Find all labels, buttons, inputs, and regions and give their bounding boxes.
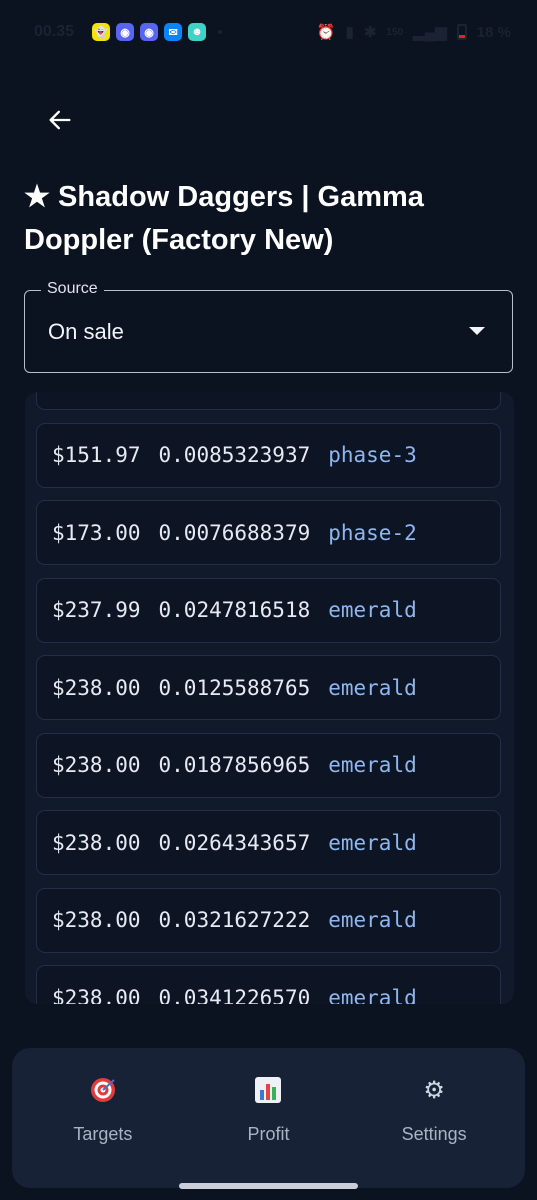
- messenger-icon: ✉: [164, 23, 183, 41]
- listing-item[interactable]: $237.99 0.0247816518 emerald: [36, 577, 501, 643]
- listing-phase: emerald: [328, 830, 417, 855]
- bottom-nav: Targets Profit ⚙ Settings: [12, 1048, 525, 1188]
- listing-item[interactable]: $173.00 0.0076688379 phase-2: [36, 500, 501, 565]
- listing-phase: emerald: [328, 985, 417, 1005]
- bluetooth-icon: ✱: [363, 24, 377, 41]
- discord-icon-2: ◉: [140, 23, 159, 41]
- bar-chart-icon: [253, 1075, 283, 1105]
- app-screen: 00.35 👻 ◉ ◉ ✉ ☻ ⏰ ▮ ✱ 150 ▂▄▆ 18 % ★ Sha…: [0, 0, 537, 1200]
- home-indicator[interactable]: [179, 1183, 358, 1189]
- battery-text: 18 %: [476, 23, 511, 41]
- source-select[interactable]: Source On sale: [24, 280, 513, 373]
- listing-float: 0.0076688379: [158, 520, 311, 545]
- source-label: Source: [41, 280, 104, 298]
- nav-item-targets[interactable]: Targets: [23, 1048, 183, 1188]
- listing-item[interactable]: [36, 392, 501, 410]
- status-time: 00.35: [34, 23, 75, 40]
- listing-price: $238.00: [52, 675, 141, 700]
- listing-price: $173.00: [52, 520, 141, 545]
- system-icons: ⏰ ▮ ✱ 150 ▂▄▆ 18 %: [316, 23, 511, 42]
- listing-item[interactable]: $238.00 0.0341226570 emerald: [36, 965, 501, 1004]
- nav-item-settings[interactable]: ⚙ Settings: [354, 1048, 514, 1188]
- robot-icon: ☻: [188, 23, 207, 41]
- discord-icon: ◉: [116, 23, 135, 41]
- listing-float: 0.0264343657: [158, 830, 311, 855]
- listing-float: 0.0085323937: [158, 443, 311, 467]
- back-button[interactable]: [36, 98, 84, 142]
- listing-price: $238.00: [52, 908, 141, 932]
- listing-phase: emerald: [328, 598, 417, 622]
- nav-item-profit[interactable]: Profit: [188, 1048, 348, 1188]
- listing-float: 0.0341226570: [158, 985, 311, 1005]
- arrow-left-icon: [49, 110, 71, 130]
- gear-icon: ⚙: [423, 1076, 445, 1104]
- listing-price: $238.00: [52, 753, 141, 777]
- listing-price: $238.00: [52, 830, 141, 855]
- more-notifications-icon: [218, 30, 223, 34]
- listing-float: 0.0247816518: [158, 598, 311, 622]
- alarm-icon: ⏰: [316, 24, 336, 41]
- listing-phase: emerald: [328, 675, 417, 700]
- listing-float: 0.0321627222: [158, 908, 311, 932]
- status-bar: 00.35 👻 ◉ ◉ ✉ ☻ ⏰ ▮ ✱ 150 ▂▄▆ 18 %: [0, 0, 537, 64]
- battery-icon: [456, 24, 467, 40]
- listing-item[interactable]: $238.00 0.0187856965 emerald: [36, 732, 501, 798]
- signal-icon: ▂▄▆: [413, 24, 447, 41]
- listing-price: $151.97: [52, 443, 141, 467]
- listing-price: $237.99: [52, 598, 141, 622]
- dropdown-arrow-icon: [469, 327, 485, 335]
- listing-item[interactable]: $238.00 0.0125588765 emerald: [36, 655, 501, 720]
- listing-item[interactable]: $238.00 0.0264343657 emerald: [36, 810, 501, 875]
- listing-item[interactable]: $238.00 0.0321627222 emerald: [36, 887, 501, 953]
- listing-price: $238.00: [52, 985, 141, 1005]
- listing-phase: emerald: [328, 908, 417, 932]
- listing-item[interactable]: $151.97 0.0085323937 phase-3: [36, 422, 501, 488]
- vibrate-icon: ▮: [345, 24, 354, 41]
- listing-phase: phase-3: [328, 443, 417, 467]
- listing-list: $151.97 0.0085323937 phase-3 $173.00 0.0…: [36, 392, 501, 1004]
- nav-label-settings: Settings: [401, 1124, 467, 1144]
- listing-panel[interactable]: $151.97 0.0085323937 phase-3 $173.00 0.0…: [25, 392, 514, 1004]
- target-icon: [88, 1075, 118, 1105]
- page-title: ★ Shadow Daggers | Gamma Doppler (Factor…: [24, 181, 424, 256]
- nav-label-targets: Targets: [73, 1124, 133, 1144]
- snapchat-icon: 👻: [92, 23, 111, 41]
- listing-phase: phase-2: [328, 520, 417, 545]
- network-label: 150: [386, 26, 404, 38]
- nav-label-profit: Profit: [247, 1124, 290, 1144]
- listing-float: 0.0187856965: [158, 753, 311, 777]
- listing-phase: emerald: [328, 753, 417, 777]
- listing-float: 0.0125588765: [158, 675, 311, 700]
- notification-icons: 👻 ◉ ◉ ✉ ☻: [92, 23, 223, 41]
- source-value: On sale: [48, 319, 124, 344]
